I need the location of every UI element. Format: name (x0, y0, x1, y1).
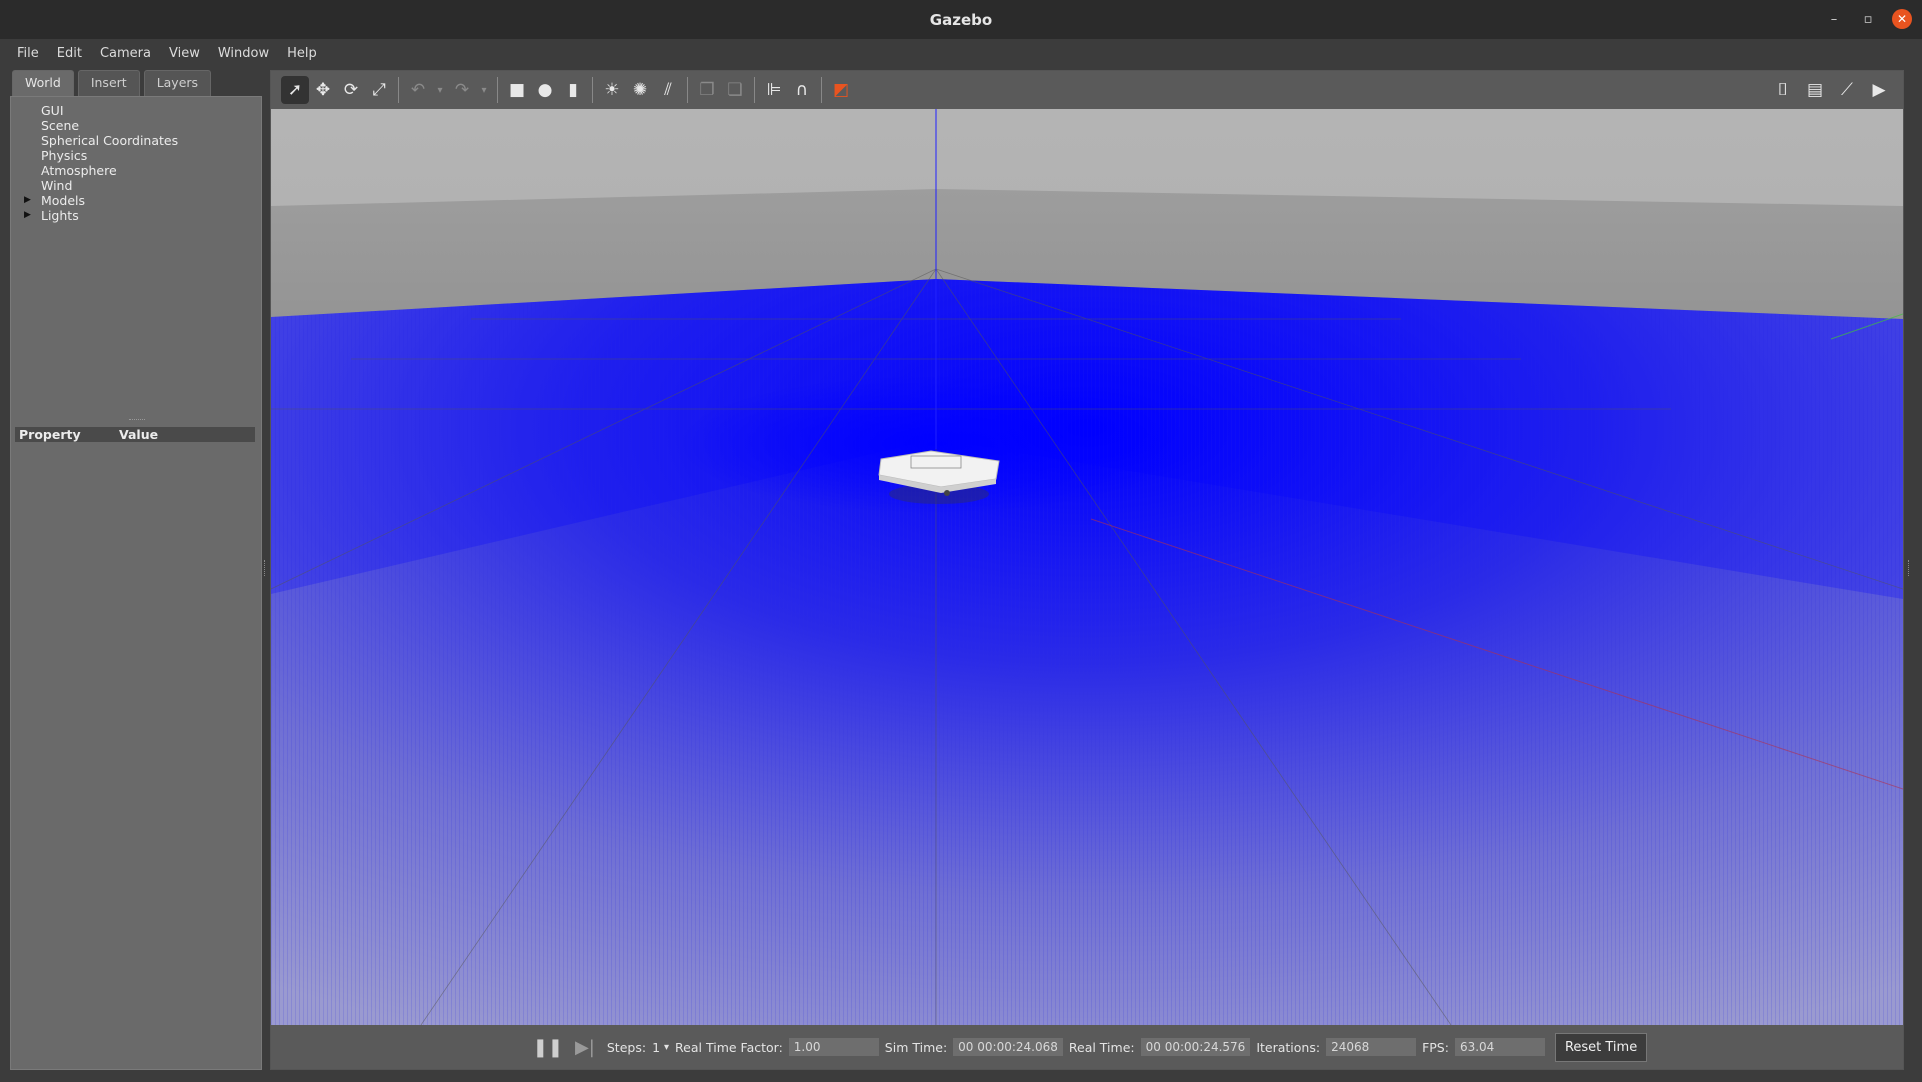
tree-item-models[interactable]: ▶ Models (21, 193, 178, 208)
rtf-field: 1.00 (788, 1038, 879, 1056)
log-icon[interactable]: ▤ (1801, 76, 1829, 104)
translate-icon[interactable]: ✥ (309, 76, 337, 104)
toolbar-separator (821, 77, 822, 103)
tree-item-physics[interactable]: Physics (21, 148, 178, 163)
tree-item-label: Models (41, 193, 86, 208)
view-angle-icon[interactable]: ◩ (827, 76, 855, 104)
copy-icon[interactable]: ❐ (693, 76, 721, 104)
screenshot-icon[interactable]: ⌷ (1769, 76, 1797, 104)
close-icon[interactable]: ✕ (1892, 9, 1912, 29)
toolbar-right: ⌷ ▤ ⟋ ▶ (1769, 76, 1893, 104)
undo-icon[interactable]: ↶ (404, 76, 432, 104)
toolbar-separator (687, 77, 688, 103)
tree-item-label: Scene (41, 118, 80, 133)
status-bar: ❚❚ ▶| Steps: 1 ▾ Real Time Factor: 1.00 … (271, 1025, 1903, 1069)
left-splitter-handle[interactable] (264, 560, 268, 576)
title-bar: Gazebo – ▫ ✕ (0, 0, 1922, 39)
sim-time-label: Sim Time: (884, 1039, 948, 1055)
3d-scene[interactable] (271, 109, 1903, 1025)
reset-time-button[interactable]: Reset Time (1554, 1032, 1648, 1062)
tab-layers[interactable]: Layers (143, 70, 212, 96)
world-tree: GUI Scene Spherical Coordinates Physics … (21, 103, 178, 223)
video-record-icon[interactable]: ▶ (1865, 76, 1893, 104)
minimize-icon[interactable]: – (1824, 9, 1844, 29)
step-icon[interactable]: ▶| (575, 1037, 595, 1058)
tree-item-gui[interactable]: GUI (21, 103, 178, 118)
undo-dropdown-icon[interactable]: ▾ (432, 76, 448, 104)
tab-insert[interactable]: Insert (77, 70, 140, 96)
tree-item-lights[interactable]: ▶ Lights (21, 208, 178, 223)
menu-file[interactable]: File (8, 46, 48, 61)
redo-icon[interactable]: ↷ (448, 76, 476, 104)
menu-view[interactable]: View (160, 46, 209, 61)
toolbar-separator (497, 77, 498, 103)
tree-item-atmosphere[interactable]: Atmosphere (21, 163, 178, 178)
steps-label: Steps: (606, 1039, 647, 1055)
sphere-icon[interactable]: ● (531, 76, 559, 104)
plot-icon[interactable]: ⟋ (1833, 76, 1861, 104)
fps-field: 63.04 (1454, 1038, 1545, 1056)
toolbar-separator (592, 77, 593, 103)
tree-item-label: Atmosphere (41, 163, 117, 178)
tree-item-wind[interactable]: Wind (21, 178, 178, 193)
window-controls: – ▫ ✕ (1824, 9, 1912, 29)
property-column-header: Property (19, 427, 81, 442)
scale-icon[interactable]: ⤢ (365, 76, 393, 104)
tree-item-spherical-coordinates[interactable]: Spherical Coordinates (21, 133, 178, 148)
property-header: Property Value (15, 427, 255, 442)
menu-window[interactable]: Window (209, 46, 278, 61)
value-column-header: Value (119, 427, 159, 442)
tree-item-label: Lights (41, 208, 79, 223)
menu-camera[interactable]: Camera (91, 46, 160, 61)
right-splitter-handle[interactable] (1908, 560, 1912, 576)
fps-label: FPS: (1422, 1039, 1449, 1055)
menu-edit[interactable]: Edit (48, 46, 91, 61)
main-toolbar: ➚ ✥ ⟳ ⤢ ↶ ▾ ↷ ▾ ■ ● ▮ ☀ ✺ ⫽ ❐ ❏ ⊫ ∩ ◩ ⌷ … (271, 71, 1903, 109)
tab-world[interactable]: World (12, 70, 74, 96)
point-light-icon[interactable]: ☀ (598, 76, 626, 104)
world-tree-panel: GUI Scene Spherical Coordinates Physics … (10, 96, 262, 1070)
toolbar-separator (398, 77, 399, 103)
tree-item-label: GUI (41, 103, 64, 118)
render-viewport: ➚ ✥ ⟳ ⤢ ↶ ▾ ↷ ▾ ■ ● ▮ ☀ ✺ ⫽ ❐ ❏ ⊫ ∩ ◩ ⌷ … (270, 70, 1904, 1070)
expand-arrow-icon[interactable]: ▶ (24, 208, 31, 223)
toolbar-separator (754, 77, 755, 103)
steps-dropdown-icon[interactable]: ▾ (664, 1042, 669, 1053)
menu-bar: File Edit Camera View Window Help (0, 39, 1922, 67)
steps-value[interactable]: 1 (652, 1040, 660, 1055)
snap-icon[interactable]: ∩ (788, 76, 816, 104)
maximize-icon[interactable]: ▫ (1858, 9, 1878, 29)
left-panel: World Insert Layers GUI Scene Spherical … (10, 70, 262, 1070)
real-time-label: Real Time: (1068, 1039, 1135, 1055)
panel-splitter-handle[interactable] (129, 419, 145, 423)
scene-canvas[interactable] (271, 109, 1903, 1025)
tree-item-label: Physics (41, 148, 88, 163)
left-tabs: World Insert Layers (10, 70, 262, 96)
pause-icon[interactable]: ❚❚ (533, 1037, 563, 1058)
real-time-field: 00 00:00:24.576 (1140, 1038, 1251, 1056)
sim-time-field: 00 00:00:24.068 (953, 1038, 1063, 1056)
align-icon[interactable]: ⊫ (760, 76, 788, 104)
iterations-label: Iterations: (1256, 1039, 1321, 1055)
directional-light-icon[interactable]: ⫽ (654, 76, 682, 104)
tree-item-label: Wind (41, 178, 73, 193)
tree-item-label: Spherical Coordinates (41, 133, 179, 148)
rtf-label: Real Time Factor: (675, 1039, 783, 1055)
iterations-field: 24068 (1326, 1038, 1417, 1056)
window-title: Gazebo (929, 10, 993, 29)
box-icon[interactable]: ■ (503, 76, 531, 104)
expand-arrow-icon[interactable]: ▶ (24, 193, 31, 208)
spot-light-icon[interactable]: ✺ (626, 76, 654, 104)
rotate-icon[interactable]: ⟳ (337, 76, 365, 104)
paste-icon[interactable]: ❏ (721, 76, 749, 104)
tree-item-scene[interactable]: Scene (21, 118, 178, 133)
redo-dropdown-icon[interactable]: ▾ (476, 76, 492, 104)
cylinder-icon[interactable]: ▮ (559, 76, 587, 104)
menu-help[interactable]: Help (278, 46, 326, 61)
select-arrow-icon[interactable]: ➚ (281, 76, 309, 104)
